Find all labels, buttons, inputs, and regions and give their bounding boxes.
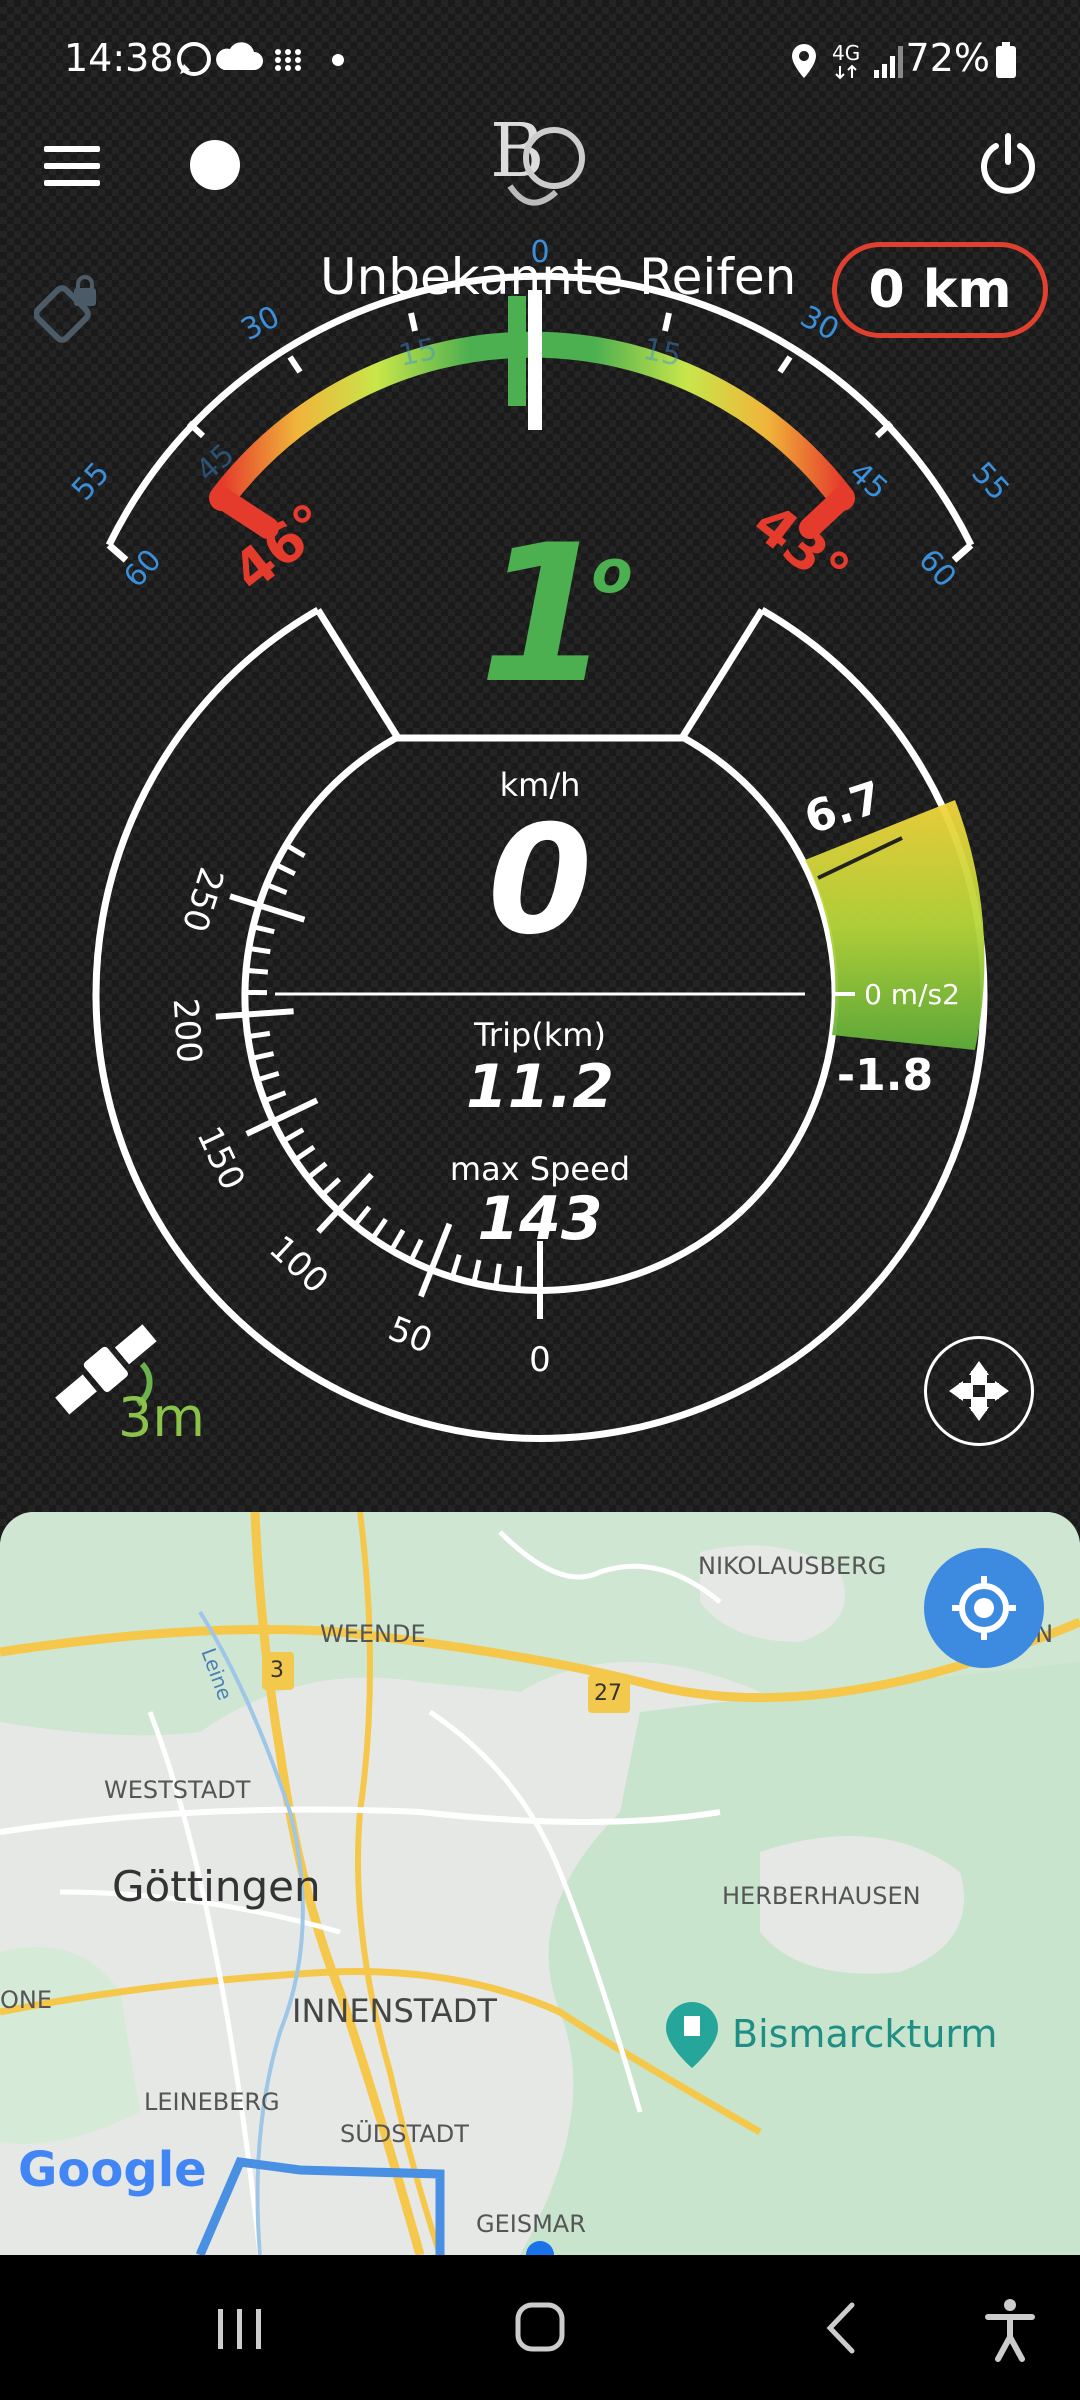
lean-arc-end-left: [106, 542, 129, 563]
accessibility-icon: [985, 2299, 1035, 2362]
dashboard-gauges: 0 30 15 45 55 60 30 15 45 55 60 46° 43° …: [65, 235, 1016, 1442]
dpad-icon: [949, 1361, 1009, 1421]
speed-major-tick: [229, 893, 260, 909]
speed-tick: [307, 1161, 328, 1180]
distance-badge[interactable]: 0 km: [832, 242, 1048, 338]
max-speed-value: 143: [477, 1184, 603, 1254]
controls-button[interactable]: [924, 1336, 1034, 1446]
gps-accuracy: 3m: [118, 1386, 205, 1449]
speed-tick: [493, 1263, 502, 1287]
speed-tick: [284, 842, 306, 859]
speed-tick: [257, 1070, 280, 1083]
back-button[interactable]: [800, 2293, 880, 2363]
speed-tick: [294, 1144, 316, 1162]
map-label-goettingen: Göttingen: [112, 1862, 321, 1911]
speed-label: 200: [165, 997, 209, 1065]
speed-major-tick: [316, 1207, 342, 1234]
lean-scale-left-55: 55: [65, 456, 117, 508]
speed-tick: [450, 1254, 462, 1277]
accessibility-button[interactable]: [970, 2293, 1050, 2363]
lean-scale-left-30: 30: [235, 299, 285, 348]
speed-tick: [265, 882, 288, 895]
crosshair-icon: [952, 1576, 1016, 1640]
lean-arc-end-right: [951, 542, 974, 563]
map-road-3: 3: [270, 1658, 284, 1683]
speed-value: 0: [487, 794, 593, 968]
lean-scale-left-60: 60: [117, 543, 169, 595]
accel-min: -1.8: [837, 1050, 933, 1101]
map-label-suedstadt: SÜDSTADT: [340, 2120, 469, 2148]
trip-label: Trip(km): [474, 1016, 606, 1054]
speed-tick: [251, 1051, 275, 1061]
lean-scale-right-55: 55: [964, 456, 1016, 508]
speed-tick: [282, 1127, 305, 1143]
map-label-weststadt: WESTSTADT: [104, 1776, 251, 1804]
speed-tick: [245, 967, 269, 975]
lean-degree-symbol: o: [591, 537, 632, 607]
max-speed-label: max Speed: [449, 1150, 631, 1188]
map-road-27: 27: [594, 1681, 622, 1706]
map-label-herberhausen: HERBERHAUSEN: [722, 1882, 921, 1910]
speed-label: 150: [188, 1120, 252, 1196]
speed-label: 100: [261, 1228, 336, 1302]
lean-needle: [528, 290, 542, 430]
map-label-leineberg: LEINEBERG: [144, 2088, 280, 2116]
speed-label: 50: [383, 1309, 438, 1362]
map-label-bismarckturm[interactable]: Bismarckturm: [732, 2012, 997, 2056]
speed-tick: [247, 1030, 271, 1040]
speed-tick: [257, 902, 306, 923]
speed-tick: [272, 1097, 319, 1124]
speed-tick: [515, 1266, 523, 1289]
google-logo: Google: [18, 2142, 207, 2198]
speed-tick: [252, 924, 275, 935]
map-label-nikolausberg: NIKOLAUSBERG: [698, 1552, 887, 1580]
recent-apps-icon: [218, 2309, 261, 2349]
accel-current: 0 m/s2: [864, 978, 960, 1011]
speed-tick: [471, 1259, 482, 1283]
system-nav-bar: [0, 2255, 1080, 2400]
map-label-weende: WEENDE: [320, 1620, 426, 1648]
trip-value: 11.2: [465, 1052, 615, 1122]
recent-apps-button[interactable]: [200, 2293, 280, 2363]
lean-scale-right-60: 60: [911, 543, 963, 595]
map-label-innenstadt: INNENSTADT: [292, 1992, 497, 2030]
my-location-button[interactable]: [924, 1548, 1044, 1668]
tyre-label: Unbekannte Reifen: [320, 248, 797, 306]
speed-tick: [245, 1008, 294, 1018]
home-icon: [515, 2302, 565, 2352]
map-label-geismar: GEISMAR: [476, 2210, 586, 2238]
speed-major-tick: [245, 1118, 276, 1137]
lean-zero-marker: [508, 296, 526, 406]
home-button[interactable]: [500, 2293, 580, 2363]
speed-tick: [248, 945, 271, 955]
speed-tick: [273, 861, 296, 877]
gps-status[interactable]: 3m: [44, 1306, 214, 1449]
back-icon: [826, 2302, 855, 2354]
speed-label: 0: [529, 1340, 551, 1380]
speed-tick: [321, 1177, 342, 1196]
speed-major-tick: [215, 1011, 246, 1020]
speed-tick: [264, 1090, 287, 1104]
speed-major-tick: [418, 1267, 435, 1298]
map-label-one: ONE: [0, 1986, 53, 2014]
speed-label: 250: [174, 863, 232, 937]
map-view[interactable]: NIKOLAUSBERG EN WEENDE Leine 3 27 WESTST…: [0, 1512, 1080, 2255]
